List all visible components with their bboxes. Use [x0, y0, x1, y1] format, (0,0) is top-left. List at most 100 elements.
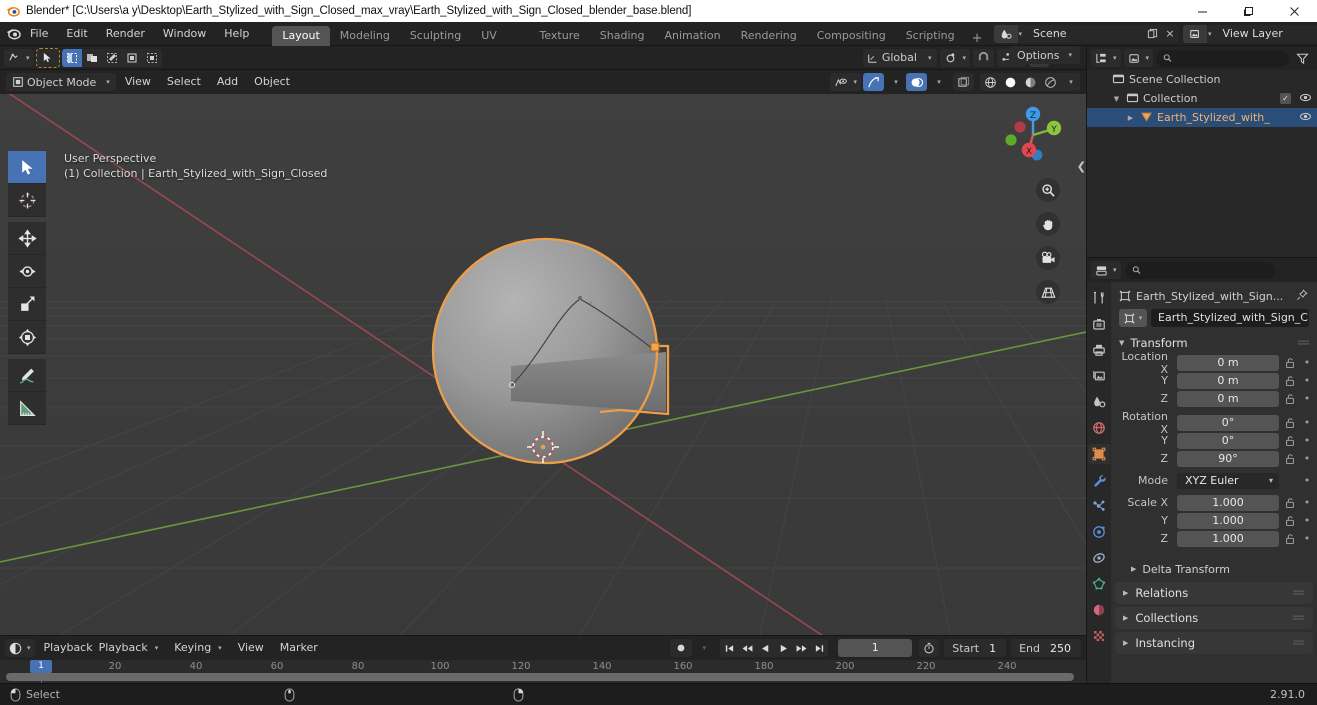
tab-compositing[interactable]: Compositing: [807, 26, 896, 46]
tab-uv-editing[interactable]: UV Editing: [471, 26, 529, 62]
3d-viewport[interactable]: User Perspective (1) Collection | Earth_…: [0, 94, 1086, 635]
transform-panel-header[interactable]: ▼ Transform: [1111, 333, 1317, 353]
expander-icon[interactable]: ▼: [1111, 95, 1122, 103]
animate-dot-icon[interactable]: •: [1301, 532, 1313, 545]
animate-dot-icon[interactable]: •: [1301, 434, 1313, 447]
animate-dot-icon[interactable]: •: [1301, 374, 1313, 387]
animate-dot-icon[interactable]: •: [1301, 474, 1313, 487]
close-button[interactable]: [1271, 0, 1317, 22]
lock-icon[interactable]: [1283, 393, 1297, 405]
tab-rendering[interactable]: Rendering: [731, 26, 807, 46]
property-value[interactable]: 0°: [1177, 414, 1279, 431]
lock-icon[interactable]: [1283, 453, 1297, 465]
viewport-menu-add[interactable]: Add: [210, 73, 245, 91]
lock-icon[interactable]: [1283, 357, 1297, 369]
expander-icon[interactable]: ▶: [1125, 114, 1136, 122]
outliner-search-field[interactable]: [1175, 52, 1282, 64]
exclude-checkbox[interactable]: ✓: [1280, 93, 1291, 104]
tab-constraints[interactable]: [1088, 548, 1110, 568]
scene-name[interactable]: Scene: [1025, 24, 1144, 43]
overlay-options-chevron[interactable]: ▾: [929, 73, 947, 91]
rendered-shading-icon[interactable]: [1040, 73, 1060, 91]
play-button[interactable]: [774, 639, 792, 657]
select-intersect-icon[interactable]: [142, 49, 162, 67]
outliner-row[interactable]: ▶ Earth_Stylized_with_: [1087, 108, 1317, 127]
viewlayer-selector[interactable]: ▾ View Layer ×: [1183, 24, 1317, 43]
property-value[interactable]: 0 m: [1177, 354, 1279, 371]
wireframe-shading-icon[interactable]: [980, 73, 1000, 91]
keying-options-chevron[interactable]: ▾: [694, 639, 712, 657]
pin-icon[interactable]: [1296, 288, 1308, 304]
rotation-mode-dropdown[interactable]: XYZ Euler: [1177, 472, 1279, 489]
grid-perspective-icon[interactable]: [1036, 280, 1060, 304]
property-value[interactable]: 0°: [1177, 432, 1279, 449]
unlink-scene-button[interactable]: ×: [1161, 25, 1179, 43]
hide-in-viewport-icon[interactable]: [1299, 111, 1312, 125]
select-invert-icon[interactable]: [122, 49, 142, 67]
delta-transform-subpanel[interactable]: ▶ Delta Transform: [1111, 559, 1317, 579]
timeline-editor-type-button[interactable]: ▾: [5, 639, 35, 657]
add-workspace-button[interactable]: +: [965, 31, 990, 46]
current-frame-input[interactable]: 1: [838, 639, 913, 657]
viewport-canvas[interactable]: [0, 94, 1086, 635]
animate-dot-icon[interactable]: •: [1301, 514, 1313, 527]
next-keyframe-button[interactable]: [792, 639, 810, 657]
timeline-menu-view[interactable]: View: [231, 639, 271, 657]
outliner-row[interactable]: Scene Collection: [1087, 70, 1317, 89]
timeline-menu-keying[interactable]: Keying ▾: [167, 639, 228, 657]
use-preview-range-icon[interactable]: [919, 639, 940, 657]
tab-output[interactable]: [1088, 340, 1110, 360]
auto-keying-toggle[interactable]: [670, 639, 693, 657]
new-scene-button[interactable]: [1143, 25, 1161, 43]
viewport-menu-object[interactable]: Object: [247, 73, 297, 91]
tweak-tool-header-icon[interactable]: [35, 47, 60, 68]
tab-world[interactable]: [1088, 418, 1110, 438]
object-mode-selector[interactable]: Object Mode ▾: [6, 73, 116, 91]
menu-edit[interactable]: Edit: [57, 24, 96, 44]
tab-material[interactable]: [1088, 600, 1110, 620]
jump-start-button[interactable]: [720, 639, 738, 657]
maximize-button[interactable]: [1225, 0, 1271, 22]
scene-selector[interactable]: ▾ Scene ×: [993, 24, 1180, 43]
move-tool[interactable]: [8, 222, 46, 255]
cursor-tool[interactable]: [8, 184, 46, 217]
play-reverse-button[interactable]: [756, 639, 774, 657]
property-value[interactable]: 1.000: [1177, 494, 1279, 511]
tab-sculpting[interactable]: Sculpting: [400, 26, 471, 46]
outliner-editor-type-button[interactable]: ▾: [1091, 49, 1121, 67]
start-frame-field[interactable]: Start 1: [944, 639, 1007, 657]
select-set-icon[interactable]: [61, 48, 82, 67]
camera-icon[interactable]: [1036, 246, 1060, 270]
timeline-menu-playback-label[interactable]: Playback ▾: [92, 639, 166, 657]
lock-icon[interactable]: [1283, 515, 1297, 527]
select-mode-group[interactable]: [61, 48, 162, 67]
collapsed-panel[interactable]: ▶ Instancing: [1115, 632, 1313, 654]
hand-icon[interactable]: [1036, 212, 1060, 236]
timeline-track[interactable]: 20 40 60 80 100 120 140 160 180 200 220 240 1: [0, 660, 1086, 683]
end-frame-field[interactable]: End 250: [1011, 639, 1081, 657]
tab-scene[interactable]: [1088, 392, 1110, 412]
properties-search-field[interactable]: [1144, 264, 1268, 276]
lock-icon[interactable]: [1283, 375, 1297, 387]
gizmo-options-chevron[interactable]: ▾: [886, 73, 904, 91]
show-overlays-toggle[interactable]: [906, 73, 927, 91]
shading-options-chevron[interactable]: ▾: [1060, 73, 1080, 91]
menu-help[interactable]: Help: [215, 24, 258, 44]
animate-dot-icon[interactable]: •: [1301, 496, 1313, 509]
tab-layout[interactable]: Layout: [272, 25, 330, 46]
object-browse-button[interactable]: ▾: [1119, 309, 1147, 327]
timeline-menu-marker[interactable]: Marker: [273, 639, 325, 657]
minimize-button[interactable]: [1179, 0, 1225, 22]
tab-modifiers[interactable]: [1088, 470, 1110, 490]
pivot-point-selector[interactable]: ▾: [940, 48, 970, 67]
animate-dot-icon[interactable]: •: [1301, 392, 1313, 405]
animate-dot-icon[interactable]: •: [1301, 356, 1313, 369]
tab-modeling[interactable]: Modeling: [330, 26, 400, 46]
timeline-scrollbar[interactable]: [6, 673, 1074, 681]
tab-animation[interactable]: Animation: [654, 26, 730, 46]
timeline-menu-playback[interactable]: Playback: [37, 639, 100, 657]
lock-icon[interactable]: [1283, 533, 1297, 545]
lock-icon[interactable]: [1283, 497, 1297, 509]
property-value[interactable]: 1.000: [1177, 530, 1279, 547]
collapsed-panel[interactable]: ▶ Relations: [1115, 582, 1313, 604]
